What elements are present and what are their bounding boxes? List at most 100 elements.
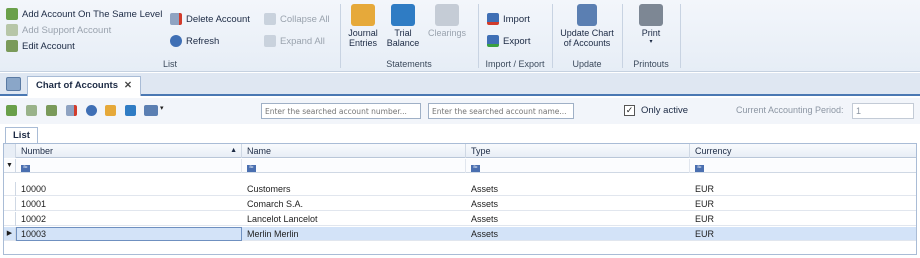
edit-account-button[interactable]: Edit Account (6, 39, 75, 53)
cell-currency: EUR (695, 199, 715, 209)
grid-header-row: Number ▲ Name Type Currency (4, 144, 916, 158)
cell-type: Assets (471, 214, 499, 224)
grid-filter-row: ▼ ᴮᶜ ᴮᶜ ᴮᶜ ᴮᶜ (4, 159, 916, 173)
cell-type: Assets (471, 229, 499, 239)
column-header-type[interactable]: Type (466, 144, 690, 158)
delete-icon[interactable] (66, 105, 77, 116)
row-indicator (4, 212, 16, 226)
row-indicator-header (4, 144, 16, 158)
add-account-same-level-button[interactable]: Add Account On The Same Level (6, 7, 162, 21)
ribbon: Add Account On The Same Level Add Suppor… (0, 0, 920, 72)
ribbon-separator (680, 4, 681, 68)
add-icon[interactable] (6, 105, 17, 116)
text-filter-icon: ᴮᶜ (247, 165, 256, 172)
accounts-grid: Number ▲ Name Type Currency ▼ ᴮᶜ ᴮᶜ ᴮᶜ ᴮ… (3, 143, 917, 255)
list-toolbar: ▾ ✓ Only active Current Accounting Perio… (0, 98, 920, 124)
ribbon-group-list: Add Account On The Same Level Add Suppor… (0, 0, 340, 72)
cell-type: Assets (471, 184, 499, 194)
more-actions-dropdown-icon[interactable]: ▾ (160, 104, 164, 112)
cell-number: 10001 (21, 199, 47, 209)
refresh-button[interactable]: Refresh (170, 34, 219, 48)
account-number-search-input[interactable] (261, 103, 421, 119)
edit-account-icon (6, 40, 18, 52)
filter-row-indicator-icon: ▼ (4, 159, 16, 173)
printer-icon (639, 4, 663, 26)
account-name-search-input[interactable] (428, 103, 574, 119)
bank-icon (435, 4, 459, 26)
filter-cell-currency[interactable]: ᴮᶜ (690, 159, 916, 173)
cell-type: Assets (471, 199, 499, 209)
only-active-checkbox[interactable]: ✓ (624, 105, 635, 116)
filter-cell-name[interactable]: ᴮᶜ (242, 159, 466, 173)
sigma-icon (391, 4, 415, 26)
ribbon-group-printouts: Print ▾ Printouts (623, 0, 679, 72)
collapse-all-button[interactable]: Collapse All (264, 12, 330, 26)
ribbon-group-import-export: Import Export Import / Export (479, 0, 551, 72)
cell-number: 10000 (21, 184, 47, 194)
edit-icon[interactable] (46, 105, 57, 116)
ribbon-group-label-statements: Statements (386, 59, 432, 69)
print-dropdown-arrow-icon[interactable]: ▾ (631, 38, 671, 46)
text-filter-icon: ᴮᶜ (471, 165, 480, 172)
journal-icon[interactable] (105, 105, 116, 116)
cell-name: Merlin Merlin (247, 229, 299, 239)
export-icon (487, 35, 499, 47)
expand-all-button[interactable]: Expand All (264, 34, 325, 48)
refresh-icon[interactable] (86, 105, 97, 116)
print-button[interactable]: Print ▾ (631, 4, 671, 46)
cell-currency: EUR (695, 184, 715, 194)
update-chart-button[interactable]: Update Chart of Accounts (557, 4, 617, 48)
refresh-icon (170, 35, 182, 47)
sort-ascending-icon: ▲ (230, 147, 237, 154)
table-row[interactable]: 10000 Customers Assets EUR (4, 182, 916, 196)
document-tab-strip: Chart of Accounts ✕ (0, 73, 920, 96)
add-support-icon[interactable] (26, 105, 37, 116)
column-header-name[interactable]: Name (242, 144, 466, 158)
cell-currency: EUR (695, 229, 715, 239)
filter-cell-type[interactable]: ᴮᶜ (466, 159, 690, 173)
table-row-selected[interactable]: ▶ 10003 Merlin Merlin Assets EUR (4, 227, 916, 241)
ribbon-group-label-list: List (162, 59, 177, 69)
journal-book-icon (351, 4, 375, 26)
collapse-all-icon (264, 13, 276, 25)
cell-number: 10002 (21, 214, 47, 224)
current-period-field[interactable]: 1 (852, 103, 914, 119)
close-tab-icon[interactable]: ✕ (124, 80, 132, 96)
cell-name: Comarch S.A. (247, 199, 304, 209)
tab-list[interactable]: List (5, 127, 38, 143)
cell-name: Customers (247, 184, 291, 194)
delete-account-button[interactable]: Delete Account (170, 12, 250, 26)
delete-account-icon (170, 13, 182, 25)
tab-chart-of-accounts[interactable]: Chart of Accounts ✕ (27, 76, 141, 96)
column-header-currency[interactable]: Currency (690, 144, 916, 158)
journal-entries-button[interactable]: Journal Entries (345, 4, 381, 48)
table-row[interactable]: 10002 Lancelot Lancelot Assets EUR (4, 212, 916, 226)
ribbon-group-update: Update Chart of Accounts Update (553, 0, 621, 72)
export-button[interactable]: Export (487, 34, 530, 48)
add-support-icon (6, 24, 18, 36)
text-filter-icon: ᴮᶜ (695, 165, 704, 172)
current-row-indicator-icon: ▶ (4, 227, 16, 241)
ribbon-group-label-printouts: Printouts (633, 59, 669, 69)
expand-all-icon (264, 35, 276, 47)
ribbon-group-label-import-export: Import / Export (485, 59, 545, 69)
trial-balance-button[interactable]: Trial Balance (385, 4, 421, 48)
import-button[interactable]: Import (487, 12, 530, 26)
clearings-button[interactable]: Clearings (425, 4, 469, 38)
only-active-label: Only active (641, 105, 688, 116)
sigma-icon[interactable] (125, 105, 136, 116)
export-icon[interactable] (144, 105, 158, 116)
add-support-account-button[interactable]: Add Support Account (6, 23, 111, 37)
row-indicator (4, 197, 16, 211)
cell-currency: EUR (695, 214, 715, 224)
navigation-menu-icon[interactable] (6, 77, 21, 91)
cell-name: Lancelot Lancelot (247, 214, 318, 224)
column-header-number[interactable]: Number ▲ (16, 144, 242, 158)
cell-number: 10003 (16, 227, 242, 241)
ribbon-group-statements: Journal Entries Trial Balance Clearings … (341, 0, 477, 72)
import-icon (487, 13, 499, 25)
filter-cell-number[interactable]: ᴮᶜ (16, 159, 242, 173)
table-row[interactable]: 10001 Comarch S.A. Assets EUR (4, 197, 916, 211)
update-chart-icon (577, 4, 597, 26)
ribbon-group-label-update: Update (572, 59, 602, 69)
